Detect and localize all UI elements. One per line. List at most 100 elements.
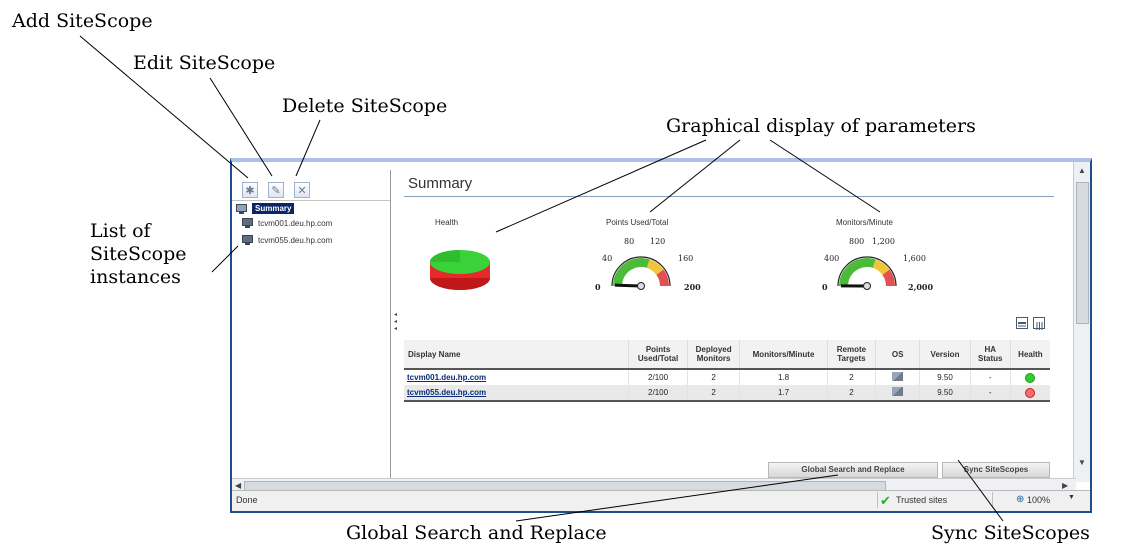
check-icon: ✔	[880, 493, 891, 508]
column-points[interactable]: Points Used/Total	[628, 340, 688, 370]
column-remote-line2: Targets	[837, 354, 866, 363]
gauge-band	[839, 258, 876, 286]
status-text: Done	[236, 495, 258, 505]
zoom-icon: ⊕	[1016, 494, 1025, 505]
scroll-down-icon[interactable]: ▼	[1078, 458, 1086, 467]
column-remote[interactable]: Remote Targets	[826, 340, 876, 370]
column-deployed[interactable]: Deployed Monitors	[686, 340, 740, 370]
column-remote-line1: Remote	[836, 345, 867, 354]
callout-list-line2: SiteScope	[90, 243, 187, 265]
cell-remote: 2	[826, 369, 876, 385]
summary-panel: Summary Health Points Used/Total Monitor…	[400, 170, 1070, 478]
status-divider	[877, 492, 878, 508]
server-icon	[242, 235, 253, 245]
table-row[interactable]: tcvm055.deu.hp.com 2/100 2 1.7 2 9.50 -	[404, 385, 1050, 402]
windows-os-icon	[892, 387, 904, 396]
column-monitors-minute[interactable]: Monitors/Minute	[739, 340, 828, 370]
callout-delete-sitescope: Delete SiteScope	[282, 95, 448, 117]
table-view-icon[interactable]	[1016, 317, 1028, 329]
callout-list-line1: List of	[90, 220, 151, 242]
health-cylinder-chart	[430, 250, 490, 290]
tree-item-label: tcvm055.deu.hp.com	[258, 235, 333, 245]
toolbar-divider	[232, 200, 390, 201]
cell-remote: 2	[826, 385, 876, 402]
edit-sitescope-button[interactable]: ✎	[268, 182, 284, 198]
scroll-up-icon[interactable]: ▲	[1078, 166, 1086, 175]
zoom-dropdown-icon[interactable]: ▼	[1068, 494, 1075, 501]
scroll-right-icon[interactable]: ▶	[1062, 481, 1068, 490]
gauge-hub	[637, 282, 645, 290]
callout-global-search: Global Search and Replace	[346, 522, 607, 544]
monitors-tick-1600: 1,600	[903, 254, 926, 263]
columns-view-icon[interactable]	[1033, 317, 1045, 330]
callout-sync-sitescopes: Sync SiteScopes	[931, 522, 1090, 544]
points-gauge	[611, 256, 671, 290]
column-ha-line1: HA	[984, 345, 997, 354]
sitescope-window: ✱ ✎ ✕ Summary tcvm001.deu.hp.com tcvm055…	[230, 158, 1092, 513]
gauge-hub	[863, 282, 871, 290]
monitors-gauge	[837, 256, 897, 290]
tree-item-summary-label: Summary	[252, 203, 295, 214]
instance-link[interactable]: tcvm055.deu.hp.com	[407, 388, 486, 397]
sitescope-table: Display Name Points Used/Total Deployed Mo…	[404, 340, 1050, 402]
cell-ha: -	[969, 385, 1011, 402]
delete-sitescope-button[interactable]: ✕	[294, 182, 310, 198]
health-error-icon	[1025, 387, 1036, 398]
column-health[interactable]: Health	[1009, 340, 1050, 370]
points-tick-200: 200	[684, 282, 701, 292]
callout-list-line3: instances	[90, 266, 181, 288]
cell-health	[1009, 385, 1050, 402]
scroll-left-icon[interactable]: ◀	[235, 481, 241, 490]
column-ha-status[interactable]: HA Status	[969, 340, 1011, 370]
vertical-scrollbar[interactable]: ▲ ▼	[1073, 162, 1090, 482]
sync-sitescopes-button[interactable]: Sync SiteScopes	[942, 462, 1050, 478]
column-display-name[interactable]: Display Name	[404, 340, 629, 370]
title-divider	[404, 196, 1054, 197]
table-row[interactable]: tcvm001.deu.hp.com 2/100 2 1.8 2 9.50 -	[404, 369, 1050, 385]
cell-display-name[interactable]: tcvm055.deu.hp.com	[404, 385, 629, 402]
monitors-tick-800: 800	[849, 237, 865, 246]
cell-os	[875, 385, 920, 402]
cell-points: 2/100	[628, 369, 688, 385]
callout-edit-sitescope: Edit SiteScope	[133, 52, 276, 74]
cell-version: 9.50	[919, 369, 971, 385]
tree-item-tcvm055[interactable]: tcvm055.deu.hp.com	[242, 235, 332, 245]
gauge-band	[613, 258, 650, 286]
cell-points: 2/100	[628, 385, 688, 402]
cell-monitors-minute: 1.7	[739, 385, 828, 402]
left-pane: ✱ ✎ ✕ Summary tcvm001.deu.hp.com tcvm055…	[232, 170, 391, 478]
global-search-replace-button[interactable]: Global Search and Replace	[768, 462, 938, 478]
cell-display-name[interactable]: tcvm001.deu.hp.com	[404, 369, 629, 385]
column-points-line2: Used/Total	[637, 354, 679, 363]
points-label: Points Used/Total	[606, 218, 669, 227]
status-divider	[992, 492, 993, 508]
tree-item-tcvm001[interactable]: tcvm001.deu.hp.com	[242, 218, 332, 228]
vertical-scroll-thumb[interactable]	[1076, 182, 1089, 324]
tree-item-label: tcvm001.deu.hp.com	[258, 218, 333, 228]
zoom-level[interactable]: 100%	[1027, 495, 1050, 505]
monitors-tick-0: 0	[822, 282, 828, 292]
column-deployed-line2: Monitors	[696, 354, 731, 363]
column-os[interactable]: OS	[875, 340, 920, 370]
column-ha-line2: Status	[978, 354, 1003, 363]
status-bar: Done ✔ Trusted sites ⊕ 100% ▼	[232, 490, 1090, 511]
cell-deployed: 2	[686, 385, 740, 402]
monitors-tick-2000: 2,000	[908, 282, 934, 292]
points-tick-0: 0	[595, 282, 601, 292]
add-sitescope-button[interactable]: ✱	[242, 182, 258, 198]
tree-item-summary[interactable]: Summary	[236, 203, 295, 214]
zone-label: Trusted sites	[896, 495, 948, 505]
points-tick-120: 120	[650, 237, 666, 246]
points-tick-80: 80	[624, 237, 635, 246]
cell-ha: -	[969, 369, 1011, 385]
instance-link[interactable]: tcvm001.deu.hp.com	[407, 373, 486, 382]
windows-os-icon	[892, 372, 904, 381]
cell-health	[1009, 369, 1050, 385]
column-version[interactable]: Version	[919, 340, 971, 370]
column-points-line1: Points	[645, 345, 671, 354]
monitors-tick-1200: 1,200	[872, 237, 895, 246]
callout-add-sitescope: Add SiteScope	[12, 10, 153, 32]
health-label: Health	[435, 218, 459, 227]
cell-deployed: 2	[686, 369, 740, 385]
column-deployed-line1: Deployed	[695, 345, 732, 354]
